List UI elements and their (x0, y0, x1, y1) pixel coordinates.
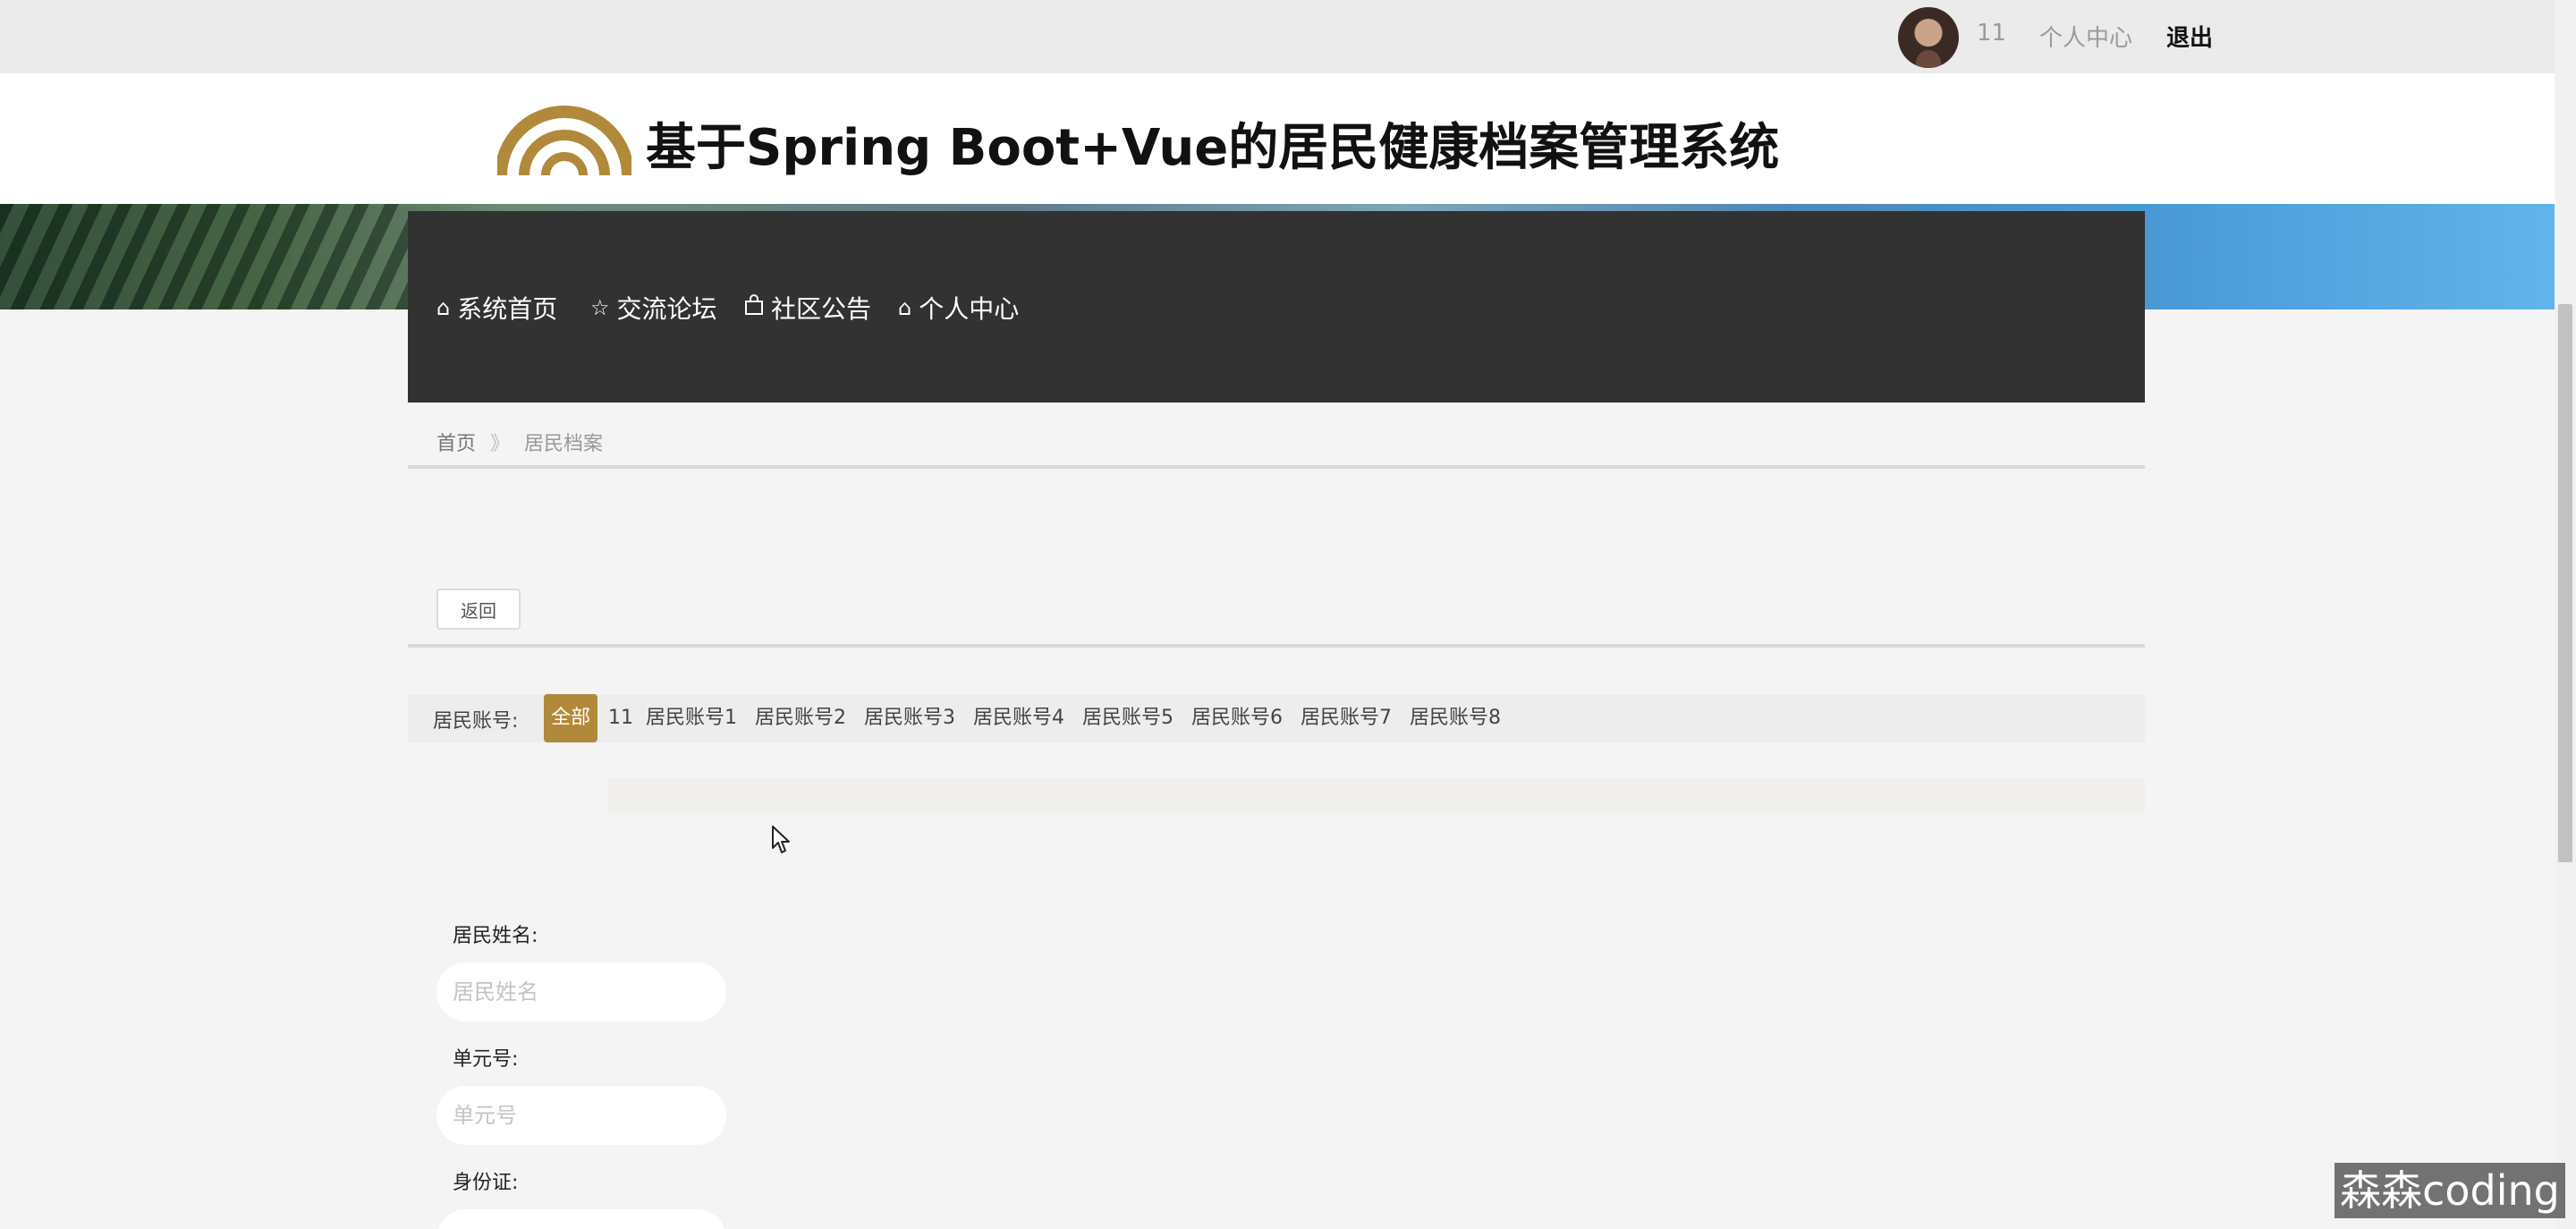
unit-number-label: 单元号: (453, 1048, 519, 1071)
page-scrollbar[interactable] (2555, 0, 2576, 1229)
divider (408, 644, 2145, 648)
logout-link[interactable]: 退出 (2166, 20, 2213, 53)
filter-option[interactable]: 居民账号6 (1191, 694, 1283, 742)
filter-option[interactable]: 居民账号4 (973, 694, 1064, 742)
top-user-bar: 11 个人中心 退出 (0, 0, 2555, 73)
id-card-input[interactable] (436, 1209, 726, 1229)
nav-item-label: 个人中心 (919, 294, 1020, 324)
star-icon: ☆ (590, 295, 610, 320)
personal-center-link[interactable]: 个人中心 (2039, 20, 2132, 53)
filter-option[interactable]: 11 (608, 694, 633, 742)
nav-item-home[interactable]: ⌂ 系统首页 (436, 292, 557, 324)
filter-option[interactable]: 居民账号3 (864, 694, 955, 742)
filter-option[interactable]: 居民账号1 (646, 694, 737, 742)
unit-number-input[interactable] (436, 1086, 726, 1145)
watermark: 森森coding (2334, 1163, 2565, 1218)
nav-item-personal-center[interactable]: ⌂ 个人中心 (898, 292, 1019, 324)
bag-icon (744, 294, 764, 321)
nav-item-notice[interactable]: 社区公告 (744, 292, 871, 324)
nav-item-label: 社区公告 (771, 294, 872, 324)
scrollbar-thumb[interactable] (2558, 304, 2572, 862)
main-nav: ⌂ 系统首页 ☆ 交流论坛 社区公告 ⌂ 个人中心 (408, 211, 2145, 403)
id-card-label: 身份证: (453, 1172, 519, 1194)
back-button[interactable]: 返回 (436, 589, 521, 630)
filter-option[interactable]: 居民账号8 (1410, 694, 1501, 742)
home-icon: ⌂ (898, 295, 912, 320)
username: 11 (1977, 20, 2007, 47)
resident-name-label: 居民姓名: (453, 925, 538, 947)
filter-option[interactable]: 居民账号5 (1082, 694, 1174, 742)
filter-label: 居民账号: (433, 710, 519, 733)
breadcrumb-home[interactable]: 首页 (436, 428, 476, 456)
breadcrumb-current: 居民档案 (524, 433, 604, 455)
home-icon: ⌂ (436, 295, 451, 320)
breadcrumb: 首页 》 居民档案 (408, 420, 2145, 469)
avatar[interactable] (1898, 7, 1959, 68)
site-logo-icon (497, 106, 631, 176)
filter-option-all[interactable]: 全部 (544, 694, 598, 742)
mouse-cursor-icon (772, 826, 790, 853)
resident-account-filter: 居民账号: 全部 11 居民账号1 居民账号2 居民账号3 居民账号4 居民账号… (408, 694, 2145, 742)
filter-option[interactable]: 居民账号7 (1301, 694, 1392, 742)
breadcrumb-separator: 》 (490, 433, 511, 455)
nav-item-forum[interactable]: ☆ 交流论坛 (590, 292, 717, 324)
nav-item-label: 系统首页 (457, 294, 558, 324)
nav-item-label: 交流论坛 (616, 294, 717, 324)
site-title: 基于Spring Boot+Vue的居民健康档案管理系统 (646, 119, 1780, 177)
filter-option[interactable]: 居民账号2 (755, 694, 846, 742)
site-header: 基于Spring Boot+Vue的居民健康档案管理系统 (0, 73, 2555, 204)
resident-name-input[interactable] (436, 962, 726, 1021)
content-strip (608, 778, 2145, 812)
